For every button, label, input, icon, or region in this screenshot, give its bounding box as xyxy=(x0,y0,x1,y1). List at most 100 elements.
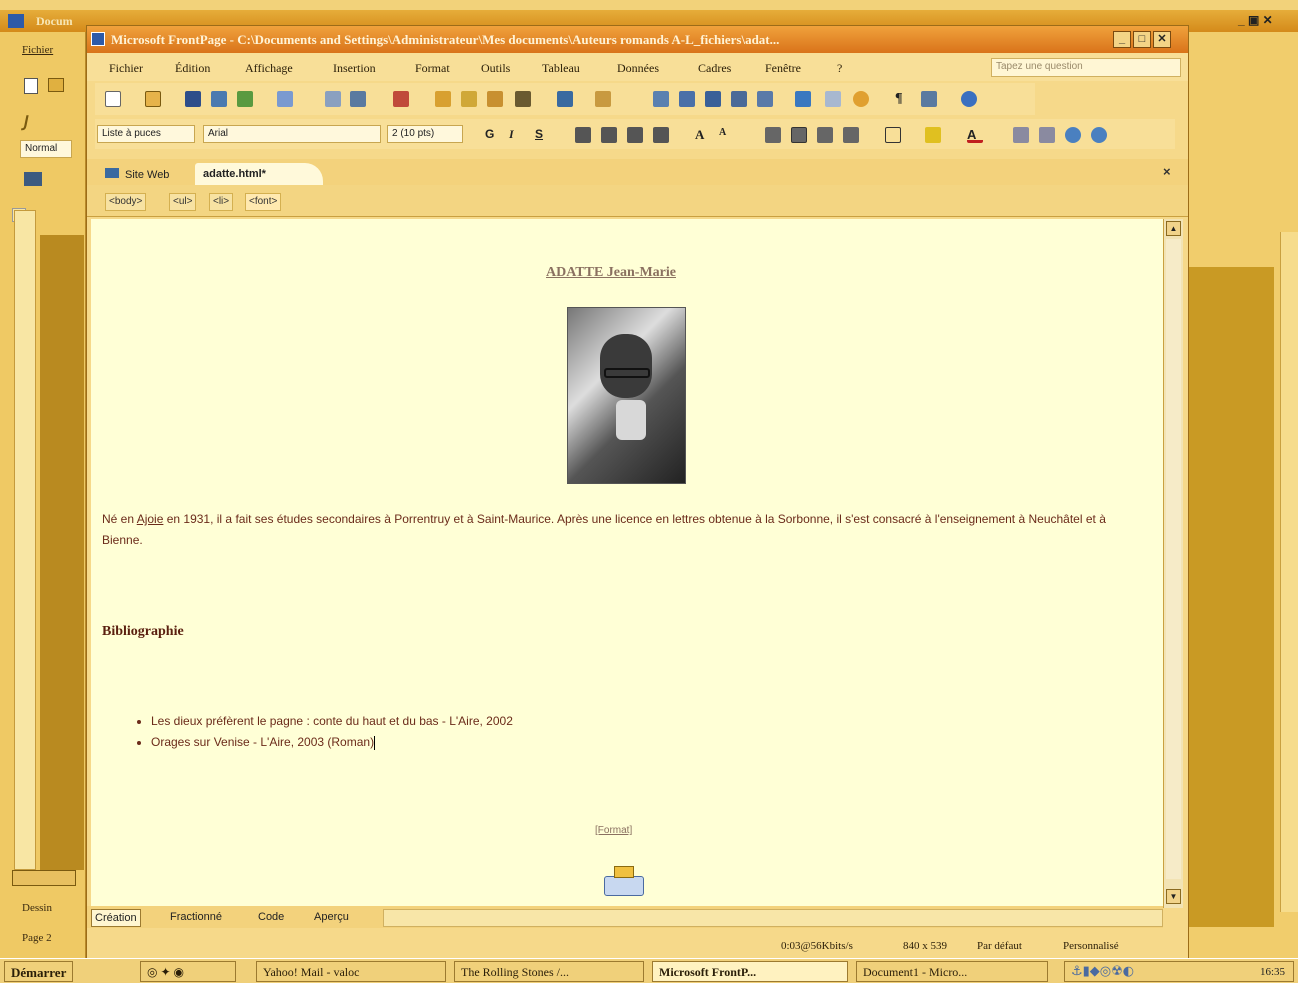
status-page-size[interactable]: 840 x 539 xyxy=(903,940,947,952)
justify-icon[interactable] xyxy=(653,127,669,143)
ajoie-link[interactable]: Ajoie xyxy=(137,512,164,526)
taskbar-item-document1[interactable]: Document1 - Micro... xyxy=(856,961,1048,982)
hyperlink-icon[interactable] xyxy=(795,91,811,107)
scroll-down-button[interactable]: ▼ xyxy=(1166,889,1181,904)
paste-icon[interactable] xyxy=(487,91,503,107)
clock[interactable]: 16:35 xyxy=(1260,966,1285,978)
forward-icon[interactable] xyxy=(1091,127,1107,143)
stop-icon[interactable] xyxy=(853,91,869,107)
search-icon[interactable] xyxy=(211,91,227,107)
tab-fractionne[interactable]: Fractionné xyxy=(167,909,225,927)
format-icon[interactable] xyxy=(24,172,42,186)
taskbar-item-rolling-stones[interactable]: The Rolling Stones /... xyxy=(454,961,644,982)
rtl-icon[interactable] xyxy=(1039,127,1055,143)
drawing-icon[interactable] xyxy=(757,91,773,107)
web-component-icon[interactable] xyxy=(653,91,669,107)
tab-apercu[interactable]: Aperçu xyxy=(311,909,352,927)
font-combo[interactable]: Arial xyxy=(203,125,381,143)
copy-icon[interactable] xyxy=(461,91,477,107)
status-custom[interactable]: Personnalisé xyxy=(1063,940,1119,952)
spelling-icon[interactable] xyxy=(350,91,366,107)
preview-icon[interactable] xyxy=(325,91,341,107)
menu-affichage[interactable]: Affichage xyxy=(245,61,293,76)
bibliography-heading[interactable]: Bibliographie xyxy=(102,624,184,640)
view-buttons[interactable] xyxy=(12,870,76,886)
menu-help[interactable]: ? xyxy=(837,61,842,76)
increase-font-icon[interactable]: A xyxy=(695,127,711,143)
redo-icon[interactable] xyxy=(595,91,611,107)
help-icon[interactable] xyxy=(961,91,977,107)
ask-question-input[interactable]: Tapez une question xyxy=(991,58,1181,77)
page-heading[interactable]: ADATTE Jean-Marie xyxy=(546,265,676,281)
save-icon[interactable] xyxy=(185,91,201,107)
align-center-icon[interactable] xyxy=(601,127,617,143)
back-icon[interactable] xyxy=(1065,127,1081,143)
menu-tableau[interactable]: Tableau xyxy=(542,61,580,76)
horizontal-scrollbar[interactable] xyxy=(383,909,1163,927)
menu-fenetre[interactable]: Fenêtre xyxy=(765,61,801,76)
style-combo[interactable]: Liste à puces xyxy=(97,125,195,143)
insert-layer-icon[interactable] xyxy=(705,91,721,107)
menu-cadres[interactable]: Cadres xyxy=(698,61,731,76)
font-color-icon[interactable]: A xyxy=(967,127,983,143)
draw-label[interactable]: Dessin xyxy=(22,902,52,914)
undo-icon[interactable] xyxy=(557,91,573,107)
menu-edition[interactable]: Édition xyxy=(175,61,210,76)
quick-tag-ul[interactable]: <ul> xyxy=(169,193,197,211)
printer-icon[interactable] xyxy=(596,862,652,904)
vertical-scrollbar[interactable]: ▲ ▼ xyxy=(1163,219,1183,908)
background-vscroll[interactable] xyxy=(1280,232,1298,912)
background-window-controls[interactable]: _ ▣ ✕ xyxy=(1238,13,1273,27)
list-item[interactable]: Orages sur Venise - L'Aire, 2003 (Roman) xyxy=(151,732,513,753)
insert-table-icon[interactable] xyxy=(679,91,695,107)
design-view[interactable]: ADATTE Jean-Marie Né en Ajoie en 1931, i… xyxy=(91,219,1163,908)
quick-tag-li[interactable]: <li> xyxy=(209,193,234,211)
numbered-list-icon[interactable] xyxy=(765,127,781,143)
align-left-icon[interactable] xyxy=(575,127,591,143)
start-button[interactable]: Démarrer xyxy=(4,961,74,982)
quick-launch[interactable]: ◎ ✦ ◉ xyxy=(140,961,236,982)
format-painter-icon[interactable] xyxy=(515,91,531,107)
decrease-indent-icon[interactable] xyxy=(817,127,833,143)
bibliography-list[interactable]: Les dieux préfèrent le pagne : conte du … xyxy=(131,711,513,753)
menu-outils[interactable]: Outils xyxy=(481,61,510,76)
tab-creation[interactable]: Création xyxy=(91,909,141,927)
decrease-font-icon[interactable]: A xyxy=(719,127,735,143)
minimize-button[interactable]: _ xyxy=(1113,31,1131,48)
size-combo[interactable]: 2 (10 pts) xyxy=(387,125,463,143)
tab-code[interactable]: Code xyxy=(255,909,287,927)
menu-insertion[interactable]: Insertion xyxy=(333,61,376,76)
bold-icon[interactable]: G xyxy=(485,127,501,143)
quick-tag-body[interactable]: <body> xyxy=(105,193,147,211)
scroll-track[interactable] xyxy=(1166,239,1181,879)
publish-icon[interactable] xyxy=(237,91,253,107)
pen-icon[interactable]: 𝘑 xyxy=(24,112,29,132)
new-page-icon[interactable] xyxy=(105,91,121,107)
highlight-icon[interactable] xyxy=(925,127,941,143)
scroll-up-button[interactable]: ▲ xyxy=(1166,221,1181,236)
print-icon[interactable] xyxy=(277,91,293,107)
menu-donnees[interactable]: Données xyxy=(617,61,659,76)
open-icon[interactable] xyxy=(145,91,161,107)
new-document-icon[interactable] xyxy=(24,78,38,94)
menu-format[interactable]: Format xyxy=(415,61,450,76)
quick-tag-font[interactable]: <font> xyxy=(245,193,282,211)
close-button[interactable]: ✕ xyxy=(1153,31,1171,48)
refresh-icon[interactable] xyxy=(825,91,841,107)
increase-indent-icon[interactable] xyxy=(843,127,859,143)
author-photo[interactable] xyxy=(567,307,686,484)
italic-icon[interactable]: I xyxy=(509,127,525,143)
maximize-button[interactable]: □ xyxy=(1133,31,1151,48)
taskbar-item-yahoo[interactable]: Yahoo! Mail - valoc xyxy=(256,961,446,982)
status-mode[interactable]: Par défaut xyxy=(977,940,1022,952)
tab-site-web[interactable]: Site Web xyxy=(97,163,177,185)
taskbar-item-frontpage[interactable]: Microsoft FrontP... xyxy=(652,961,848,982)
style-box[interactable]: Normal xyxy=(20,140,72,158)
biography-paragraph[interactable]: Né en Ajoie en 1931, il a fait ses étude… xyxy=(102,509,1142,551)
spell-check-icon[interactable] xyxy=(393,91,409,107)
background-menu-fichier[interactable]: Fichier xyxy=(22,44,53,56)
list-item[interactable]: Les dieux préfèrent le pagne : conte du … xyxy=(151,711,513,732)
open-folder-icon[interactable] xyxy=(48,78,64,92)
close-tab-icon[interactable]: × xyxy=(1163,164,1171,179)
bulleted-list-icon[interactable] xyxy=(791,127,807,143)
